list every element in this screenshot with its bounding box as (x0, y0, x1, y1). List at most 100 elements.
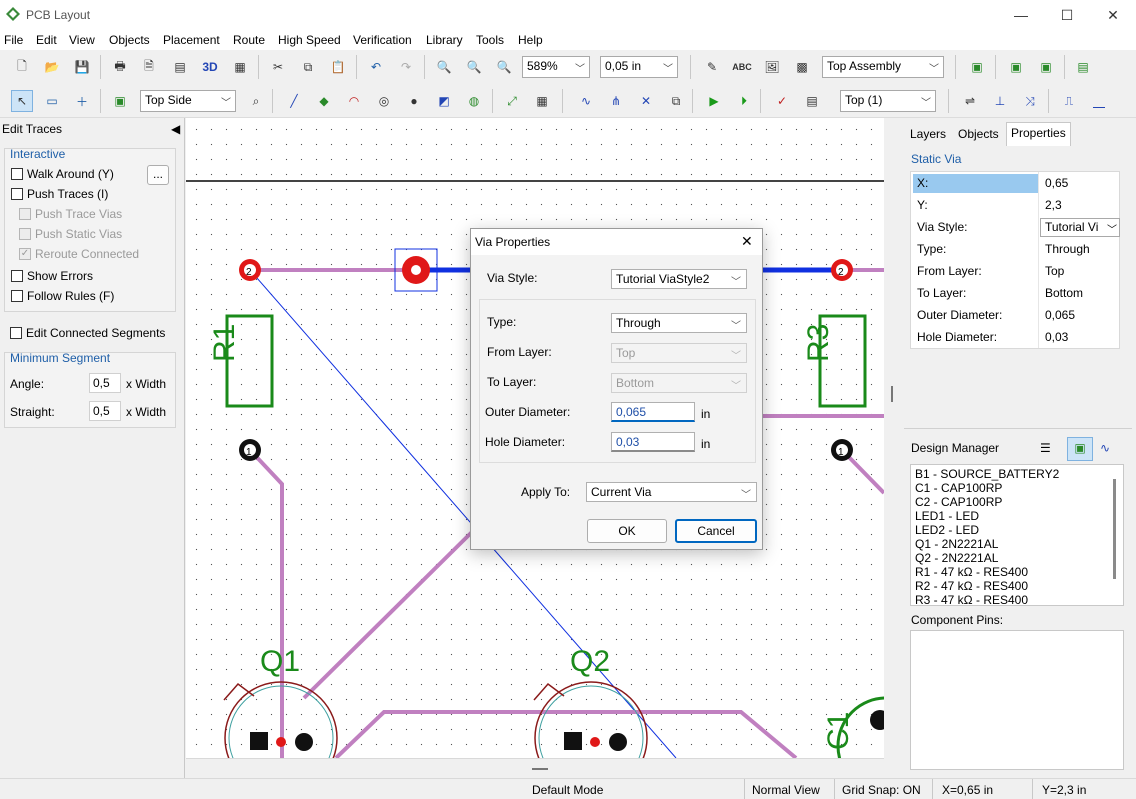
route-icon[interactable]: ∿ (575, 90, 597, 112)
copy-route-icon[interactable]: ⧉ (665, 90, 687, 112)
grid-combo[interactable]: 0,05 in ﹀ (600, 56, 678, 78)
menu-file[interactable]: File (4, 33, 23, 47)
properties-icon[interactable]: ✎ (701, 56, 723, 78)
outer-diameter-input[interactable]: 0,065 (611, 402, 695, 422)
via-icon[interactable]: ◎ (373, 90, 395, 112)
fanout-icon[interactable]: ⋔ (605, 90, 627, 112)
q2-pad-round[interactable] (609, 733, 627, 751)
ok-button[interactable]: OK (587, 519, 667, 543)
checkbox-box[interactable] (10, 327, 22, 339)
vertical-splitter-handle[interactable] (891, 386, 893, 402)
zoom-out-icon[interactable]: 🔍 (463, 56, 485, 78)
zoom-combo[interactable]: 589% ﹀ (522, 56, 590, 78)
new-file-icon[interactable]: 🗋 (11, 56, 33, 78)
polygon-icon[interactable]: ◩ (433, 90, 455, 112)
select-arrow-icon[interactable]: ↖ (11, 90, 33, 112)
pad-icon[interactable]: ◆ (313, 90, 335, 112)
prop-row-hole-diameter[interactable]: Hole Diameter: 0,03 (911, 326, 1119, 348)
prop-row-via-style[interactable]: Via Style: Tutorial Vi ﹀ (911, 216, 1120, 238)
prop-value[interactable]: 0,03 (1045, 330, 1068, 344)
menu-high-speed[interactable]: High Speed (278, 33, 341, 47)
unroute-icon[interactable]: ✕ (635, 90, 657, 112)
layer-cross-icon[interactable]: ⤨ (1019, 90, 1041, 112)
checkbox-box[interactable] (11, 270, 23, 282)
prop-value[interactable]: Bottom (1045, 286, 1083, 300)
prop-row-y[interactable]: Y: 2,3 (911, 194, 1119, 216)
assembly-combo[interactable]: Top Assembly ﹀ (822, 56, 944, 78)
prop-value[interactable]: 0,065 (1045, 308, 1075, 322)
list-item[interactable]: R3 - 47 kΩ - RES400 (915, 593, 1028, 605)
menu-route[interactable]: Route (233, 33, 265, 47)
spellcheck-icon[interactable]: ABC (731, 56, 753, 78)
hole-icon[interactable]: ● (403, 90, 425, 112)
tab-layers[interactable]: Layers (906, 124, 950, 146)
menu-edit[interactable]: Edit (36, 33, 57, 47)
list-item[interactable]: B1 - SOURCE_BATTERY2 (915, 467, 1059, 481)
maximize-button[interactable]: ☐ (1044, 0, 1090, 30)
side-combo[interactable]: Top Side ﹀ (140, 90, 236, 112)
dialog-close-icon[interactable]: ✕ (741, 233, 753, 250)
chip-icon[interactable]: ▣ (109, 90, 131, 112)
horizontal-scrollbar-handle[interactable] (532, 768, 548, 770)
undo-icon[interactable]: ↶ (365, 56, 387, 78)
q1-pad-square[interactable] (250, 732, 268, 750)
tab-objects[interactable]: Objects (954, 124, 1003, 146)
footprint-icon[interactable]: ▣ (1035, 56, 1057, 78)
q1-pad-round[interactable] (295, 733, 313, 751)
list-item[interactable]: R1 - 47 kΩ - RES400 (915, 565, 1028, 579)
board-icon[interactable]: ▣ (966, 56, 988, 78)
prop-row-type[interactable]: Type: Through (911, 238, 1119, 260)
minimize-button[interactable]: — (998, 0, 1044, 30)
list-item[interactable]: Q1 - 2N2221AL (915, 537, 998, 551)
walk-around-checkbox[interactable]: Walk Around (Y) (11, 167, 114, 181)
signal-high-icon[interactable]: ⎍ (1058, 90, 1080, 112)
cut-icon[interactable]: ✂ (267, 56, 289, 78)
run-step-icon[interactable]: ⏵ (733, 90, 755, 112)
list-scrollbar[interactable] (1113, 479, 1116, 579)
prop-row-from-layer[interactable]: From Layer: Top (911, 260, 1119, 282)
cancel-button[interactable]: Cancel (675, 519, 757, 543)
prop-row-outer-diameter[interactable]: Outer Diameter: 0,065 (911, 304, 1119, 326)
qr-code-icon[interactable]: ▩ (791, 56, 813, 78)
c1-pad[interactable] (870, 710, 884, 730)
walk-around-options-button[interactable]: ... (147, 165, 169, 185)
checkbox-box[interactable] (11, 188, 23, 200)
nets-view-icon[interactable]: ∿ (1100, 441, 1110, 455)
zoom-fit-icon[interactable]: 🔍 (493, 56, 515, 78)
drc-icon[interactable]: ✓ (771, 90, 793, 112)
trace-icon[interactable]: ╱ (283, 90, 305, 112)
apply-to-select[interactable]: Current Via ﹀ (586, 482, 757, 502)
checkbox-box[interactable] (11, 290, 23, 302)
list-item[interactable]: LED1 - LED (915, 509, 979, 523)
list-item[interactable]: C2 - CAP100RP (915, 495, 1002, 509)
list-view-icon[interactable]: ☰ (1040, 441, 1051, 455)
menu-verification[interactable]: Verification (353, 33, 412, 47)
collapse-panel-icon[interactable]: ◀ (171, 122, 180, 136)
prop-row-x[interactable]: X: 0,65 (911, 172, 1119, 194)
print-icon[interactable]: 🖶 (109, 56, 131, 78)
open-folder-icon[interactable]: 📂 (41, 56, 63, 78)
select-area-icon[interactable]: ▭ (41, 90, 63, 112)
layer-combo[interactable]: Top (1) ﹀ (840, 90, 936, 112)
menu-objects[interactable]: Objects (109, 33, 150, 47)
measure-icon[interactable]: ⤢ (501, 90, 523, 112)
copper-pour-icon[interactable]: ◍ (463, 90, 485, 112)
components-list[interactable]: B1 - SOURCE_BATTERY2 C1 - CAP100RP C2 - … (910, 464, 1124, 606)
drc-report-icon[interactable]: ▤ (801, 90, 823, 112)
push-traces-checkbox[interactable]: Push Traces (I) (11, 187, 108, 201)
components-view-icon[interactable]: ▣ (1067, 437, 1093, 461)
prop-row-to-layer[interactable]: To Layer: Bottom (911, 282, 1119, 304)
list-item[interactable]: LED2 - LED (915, 523, 979, 537)
menu-view[interactable]: View (69, 33, 95, 47)
crosshair-icon[interactable]: ＋ (71, 90, 93, 112)
layout-grid-icon[interactable]: ▦ (229, 56, 251, 78)
close-window-button[interactable]: ✕ (1090, 0, 1136, 30)
tab-properties[interactable]: Properties (1006, 122, 1071, 146)
follow-rules-checkbox[interactable]: Follow Rules (F) (11, 289, 114, 303)
edit-connected-checkbox[interactable]: Edit Connected Segments (10, 326, 165, 340)
prop-value[interactable]: Top (1045, 264, 1064, 278)
swap-layer-icon[interactable]: ⇌ (959, 90, 981, 112)
menu-help[interactable]: Help (518, 33, 543, 47)
layer-up-icon[interactable]: ⊥ (989, 90, 1011, 112)
prop-value[interactable]: Through (1045, 242, 1090, 256)
